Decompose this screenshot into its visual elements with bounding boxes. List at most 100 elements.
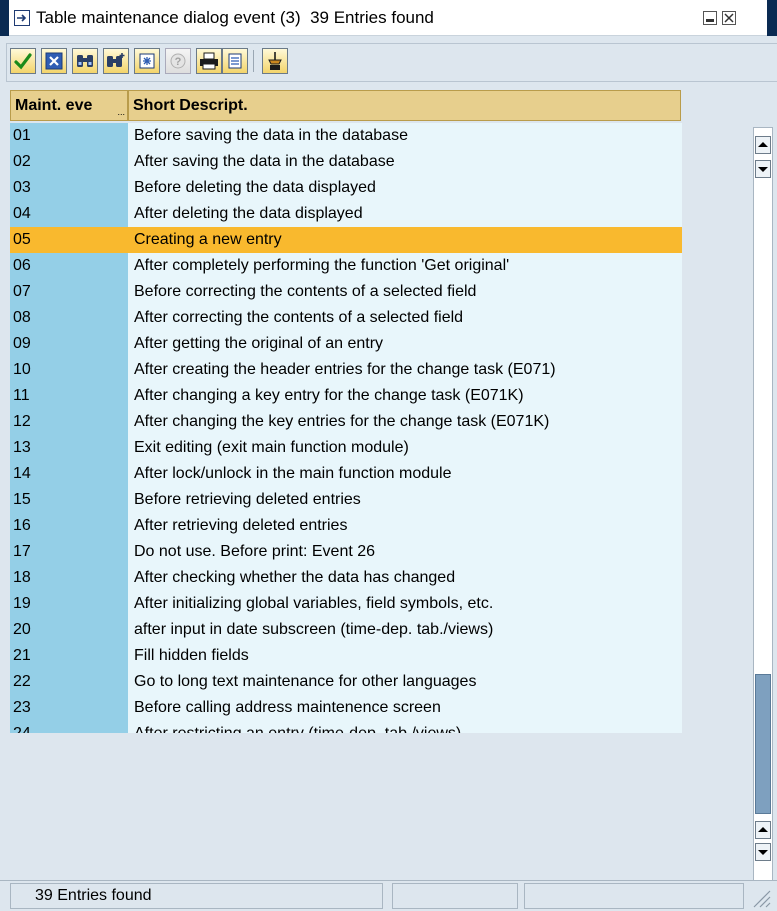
table-row[interactable]: 21 Fill hidden fields xyxy=(10,643,682,669)
short-description-cell[interactable]: Before saving the data in the database xyxy=(128,123,682,149)
short-description-cell[interactable]: After completely performing the function… xyxy=(128,253,682,279)
maint-event-cell[interactable]: 19 xyxy=(10,591,128,617)
maint-event-cell[interactable]: 04 xyxy=(10,201,128,227)
table-row[interactable]: 14 After lock/unlock in the main function… xyxy=(10,461,682,487)
table-row[interactable]: 12 After changing the key entries for the… xyxy=(10,409,682,435)
short-description-cell[interactable]: After getting the original of an entry xyxy=(128,331,682,357)
short-description-cell[interactable]: Before correcting the contents of a sele… xyxy=(128,279,682,305)
table-row[interactable]: 18 After checking whether the data has ch… xyxy=(10,565,682,591)
table-row[interactable]: 05 Creating a new entry xyxy=(10,227,682,253)
table-row[interactable]: 03 Before deleting the data displayed xyxy=(10,175,682,201)
close-window-button[interactable] xyxy=(722,11,736,25)
short-description-cell[interactable]: After retrieving deleted entries xyxy=(128,513,682,539)
table-row[interactable]: 15 Before retrieving deleted entries xyxy=(10,487,682,513)
maint-event-cell[interactable]: 07 xyxy=(10,279,128,305)
maint-event-cell[interactable]: 15 xyxy=(10,487,128,513)
maint-event-cell[interactable]: 17 xyxy=(10,539,128,565)
maint-event-cell[interactable]: 18 xyxy=(10,565,128,591)
resize-grip-icon[interactable] xyxy=(748,885,772,909)
table-row[interactable]: 11 After changing a key entry for the cha… xyxy=(10,383,682,409)
scroll-down-button-bottom[interactable] xyxy=(755,843,771,861)
table-row[interactable]: 24After restricting an entry (time-dep. … xyxy=(10,721,682,733)
maint-event-cell[interactable]: 08 xyxy=(10,305,128,331)
status-bar: 39 Entries found xyxy=(0,880,777,911)
vertical-scrollbar[interactable] xyxy=(753,127,773,910)
short-description-cell[interactable]: after input in date subscreen (time-dep.… xyxy=(128,617,682,643)
table-row[interactable]: 04 After deleting the data displayed xyxy=(10,201,682,227)
short-description-cell[interactable]: Do not use. Before print: Event 26 xyxy=(128,539,682,565)
scroll-up-button[interactable] xyxy=(755,136,771,154)
maint-event-cell[interactable]: 01 xyxy=(10,123,128,149)
short-description-cell[interactable]: After lock/unlock in the main function m… xyxy=(128,461,682,487)
maint-event-cell[interactable]: 12 xyxy=(10,409,128,435)
short-description-cell[interactable]: After creating the header entries for th… xyxy=(128,357,682,383)
scroll-down-button[interactable] xyxy=(755,160,771,178)
status-field-system xyxy=(524,883,744,909)
maint-event-cell[interactable]: 14 xyxy=(10,461,128,487)
short-description-cell[interactable]: Exit editing (exit main function module) xyxy=(128,435,682,461)
short-description-cell[interactable]: Creating a new entry xyxy=(128,227,682,253)
short-description-cell[interactable]: Before deleting the data displayed xyxy=(128,175,682,201)
column-header-short-description[interactable]: Short Descript. xyxy=(128,90,681,121)
table-row[interactable]: 19 After initializing global variables, f… xyxy=(10,591,682,617)
maint-event-cell[interactable]: 24 xyxy=(10,721,128,733)
scroll-track[interactable] xyxy=(755,184,771,674)
printer-icon xyxy=(200,52,218,70)
maint-event-cell[interactable]: 10 xyxy=(10,357,128,383)
list-button[interactable] xyxy=(222,48,248,74)
table-row[interactable]: 01 Before saving the data in the database xyxy=(10,123,682,149)
minimize-button[interactable] xyxy=(703,11,717,25)
scroll-thumb[interactable] xyxy=(755,674,771,814)
table-row[interactable]: 08 After correcting the contents of a sel… xyxy=(10,305,682,331)
short-description-cell[interactable]: After checking whether the data has chan… xyxy=(128,565,682,591)
maint-event-cell[interactable]: 21 xyxy=(10,643,128,669)
maint-event-cell[interactable]: 22 xyxy=(10,669,128,695)
table-row[interactable]: 16 After retrieving deleted entries xyxy=(10,513,682,539)
title-bar-accent-right xyxy=(767,0,777,36)
table-row[interactable]: 02 After saving the data in the database xyxy=(10,149,682,175)
maint-event-cell[interactable]: 16 xyxy=(10,513,128,539)
short-description-cell[interactable]: After saving the data in the database xyxy=(128,149,682,175)
table-row[interactable]: 09 After getting the original of an entry xyxy=(10,331,682,357)
table-row[interactable]: 20 after input in date subscreen (time-de… xyxy=(10,617,682,643)
column-header-maint-event[interactable]: Maint. eve ... xyxy=(10,90,128,121)
short-description-cell[interactable]: Fill hidden fields xyxy=(128,643,682,669)
maint-event-cell[interactable]: 11 xyxy=(10,383,128,409)
maint-event-cell[interactable]: 09 xyxy=(10,331,128,357)
find-next-button[interactable] xyxy=(103,48,129,74)
help-button[interactable]: ? xyxy=(165,48,191,74)
cancel-button[interactable] xyxy=(41,48,67,74)
short-description-cell[interactable]: After correcting the contents of a selec… xyxy=(128,305,682,331)
short-description-cell[interactable]: After restricting an entry (time-dep. ta… xyxy=(128,721,682,733)
maint-event-cell[interactable]: 03 xyxy=(10,175,128,201)
short-description-cell[interactable]: After initializing global variables, fie… xyxy=(128,591,682,617)
table-row[interactable]: 17 Do not use. Before print: Event 26 xyxy=(10,539,682,565)
sort-button[interactable] xyxy=(262,48,288,74)
maint-event-cell[interactable]: 06 xyxy=(10,253,128,279)
scroll-up-button-bottom[interactable] xyxy=(755,821,771,839)
dialog-arrow-icon xyxy=(14,10,30,26)
maint-event-cell[interactable]: 02 xyxy=(10,149,128,175)
print-button[interactable] xyxy=(196,48,222,74)
find-button[interactable] xyxy=(72,48,98,74)
short-description-cell[interactable]: After deleting the data displayed xyxy=(128,201,682,227)
short-description-cell[interactable]: Before calling address maintenence scree… xyxy=(128,695,682,721)
new-entry-button[interactable] xyxy=(134,48,160,74)
table-row[interactable]: 10 After creating the header entries for … xyxy=(10,357,682,383)
title-entries-count: 39 Entries found xyxy=(310,8,434,27)
short-description-cell[interactable]: After changing a key entry for the chang… xyxy=(128,383,682,409)
table-row[interactable]: 22 Go to long text maintenance for other … xyxy=(10,669,682,695)
table-row[interactable]: 23 Before calling address maintenence scr… xyxy=(10,695,682,721)
close-box-icon xyxy=(45,52,63,70)
maint-event-cell[interactable]: 20 xyxy=(10,617,128,643)
continue-button[interactable] xyxy=(10,48,36,74)
short-description-cell[interactable]: Go to long text maintenance for other la… xyxy=(128,669,682,695)
maint-event-cell[interactable]: 23 xyxy=(10,695,128,721)
short-description-cell[interactable]: Before retrieving deleted entries xyxy=(128,487,682,513)
maint-event-cell[interactable]: 05 xyxy=(10,227,128,253)
maint-event-cell[interactable]: 13 xyxy=(10,435,128,461)
table-row[interactable]: 07 Before correcting the contents of a se… xyxy=(10,279,682,305)
short-description-cell[interactable]: After changing the key entries for the c… xyxy=(128,409,682,435)
table-row[interactable]: 13 Exit editing (exit main function modul… xyxy=(10,435,682,461)
table-row[interactable]: 06 After completely performing the functi… xyxy=(10,253,682,279)
